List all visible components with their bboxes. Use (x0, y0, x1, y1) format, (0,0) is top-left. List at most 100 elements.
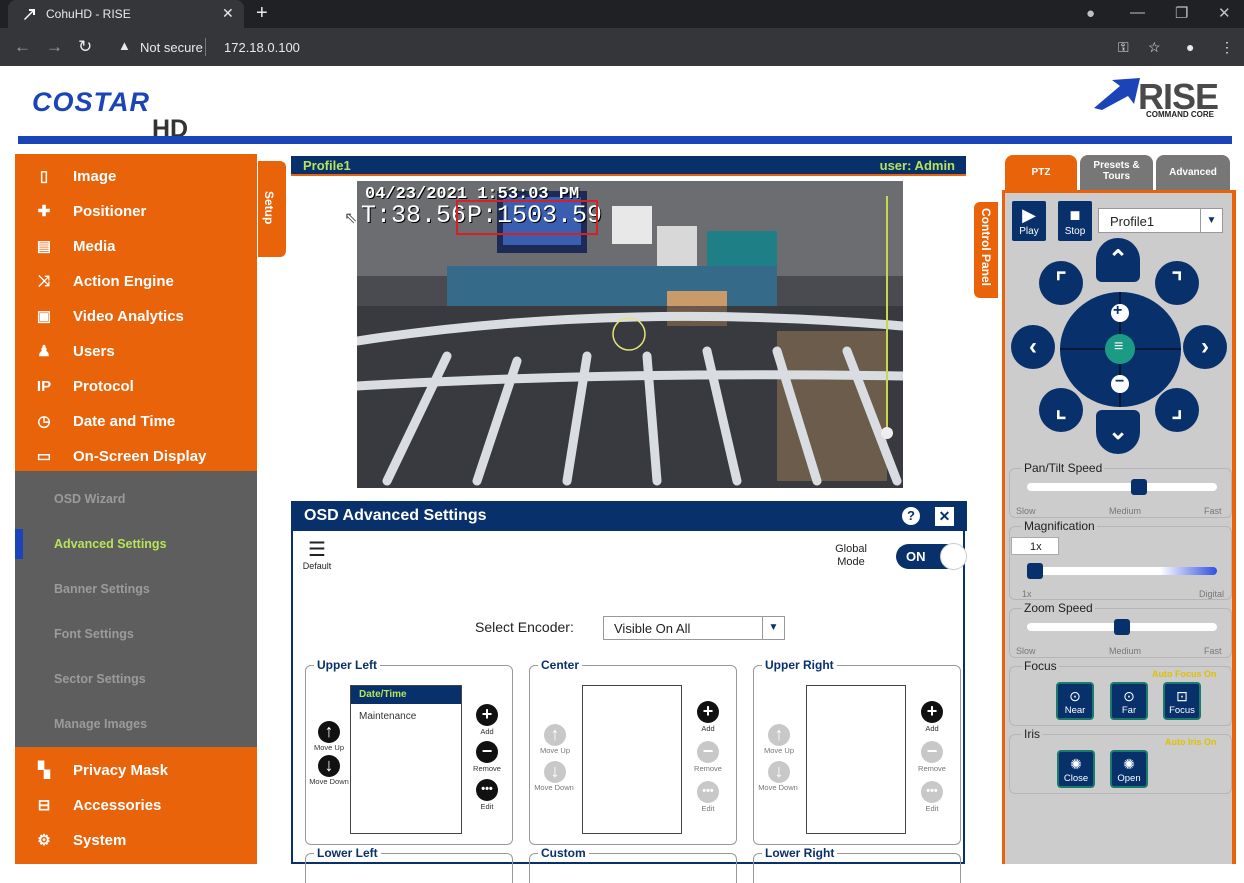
sidebar-item-date-time[interactable]: ◷ Date and Time (15, 404, 257, 439)
subitem-osd-wizard[interactable]: OSD Wizard (15, 484, 257, 514)
pan-right-button[interactable]: › (1183, 325, 1227, 369)
add-icon[interactable]: + (921, 701, 943, 723)
add-icon[interactable]: + (476, 704, 498, 726)
iris-close-button[interactable]: ✺ Close (1057, 750, 1095, 788)
zoom-out-icon[interactable]: − (1115, 373, 1124, 391)
remove-icon[interactable]: − (697, 741, 719, 763)
remove-icon[interactable]: − (921, 741, 943, 763)
default-button[interactable]: ☰ Default (297, 539, 337, 575)
minimize-icon[interactable]: — (1130, 4, 1145, 21)
tilt-up-button[interactable]: ⌃ (1096, 238, 1140, 282)
move-up-icon[interactable]: ↑ (768, 724, 790, 746)
tab-ptz[interactable]: PTZ (1005, 155, 1077, 190)
zoom-speed-slider[interactable] (1027, 619, 1217, 635)
subitem-sector-settings[interactable]: Sector Settings (15, 664, 257, 694)
encoder-select[interactable]: Visible On All ▼ (603, 616, 785, 640)
sidebar-item-protocol[interactable]: IP Protocol (15, 369, 257, 404)
magnification-slider[interactable] (1027, 563, 1217, 579)
sidebar-item-media[interactable]: ▤ Media (15, 229, 257, 264)
restore-icon[interactable]: ❐ (1175, 4, 1188, 22)
profile-menu-icon[interactable]: ● (1086, 5, 1095, 22)
iris-open-button[interactable]: ✺ Open (1110, 750, 1148, 788)
tab-close-icon[interactable]: ✕ (222, 5, 234, 22)
tab-advanced[interactable]: Advanced (1156, 155, 1230, 190)
url-text[interactable]: 172.18.0.100 (224, 40, 300, 55)
camera-video-feed[interactable]: 04/23/2021 1:53:03 PM T:38.56 P:1503.59 (357, 181, 903, 488)
sidebar-item-on-screen-display[interactable]: ▭ On-Screen Display (15, 439, 257, 474)
zone-item-list[interactable]: Date/Time Maintenance (350, 685, 462, 834)
menu-kebab-icon[interactable]: ⋮ (1220, 39, 1234, 56)
stop-button[interactable]: ■ Stop (1058, 201, 1092, 241)
remove-icon[interactable]: − (476, 741, 498, 763)
browser-tab[interactable]: CohuHD - RISE ✕ (8, 0, 244, 28)
edit-icon[interactable]: ••• (476, 779, 498, 801)
zoom-in-icon[interactable]: + (1113, 302, 1122, 320)
forward-icon[interactable]: → (46, 37, 63, 57)
move-down-icon[interactable]: ↓ (544, 761, 566, 783)
sidebar-item-label: Privacy Mask (73, 762, 169, 779)
security-label[interactable]: Not secure (140, 40, 203, 55)
close-icon[interactable]: ✕ (935, 507, 954, 526)
list-item-selected[interactable]: Date/Time (351, 686, 461, 704)
mouse-cursor-icon: ⇖ (344, 210, 358, 227)
sidebar-item-system[interactable]: ⚙ System (15, 823, 257, 858)
sidebar-item-video-analytics[interactable]: ▣ Video Analytics (15, 299, 257, 334)
sidebar-item-label: Accessories (73, 797, 162, 814)
sidebar-item-image[interactable]: ▯ Image (15, 159, 257, 194)
edit-icon[interactable]: ••• (697, 781, 719, 803)
zone-item-list[interactable] (582, 685, 682, 834)
play-button[interactable]: ▶ Play (1012, 201, 1046, 241)
subitem-font-settings[interactable]: Font Settings (15, 619, 257, 649)
subitem-banner-settings[interactable]: Banner Settings (15, 574, 257, 604)
pan-tilt-speed-slider[interactable] (1027, 479, 1217, 495)
subitem-label: Manage Images (54, 717, 148, 731)
help-icon[interactable]: ? (902, 507, 920, 525)
sidebar-item-users[interactable]: ♟ Users (15, 334, 257, 369)
sidebar-item-action-engine[interactable]: ⤨ Action Engine (15, 264, 257, 299)
move-up-icon[interactable]: ↑ (544, 724, 566, 746)
slider-knob[interactable] (1114, 619, 1130, 635)
zone-title: Upper Right (762, 658, 837, 672)
new-tab-button[interactable]: + (256, 2, 268, 25)
focus-near-button[interactable]: ⊙ Near (1056, 682, 1094, 720)
subitem-advanced-settings[interactable]: Advanced Settings (15, 529, 257, 559)
list-item[interactable]: Maintenance (359, 711, 416, 722)
menu-icon[interactable]: ≡ (1114, 338, 1123, 356)
zone-item-list[interactable] (806, 685, 906, 834)
move-down-icon[interactable]: ↓ (768, 761, 790, 783)
tilt-down-button[interactable]: ⌄ (1096, 410, 1140, 454)
chevron-down-icon[interactable]: ▼ (762, 617, 784, 639)
tab-presets-tours[interactable]: Presets & Tours (1080, 155, 1153, 190)
edit-icon[interactable]: ••• (921, 781, 943, 803)
move-down-icon[interactable]: ↓ (318, 755, 340, 777)
focus-far-button[interactable]: ⊙ Far (1110, 682, 1148, 720)
chevron-down-icon[interactable]: ▼ (1200, 209, 1222, 232)
sidebar-item-accessories[interactable]: ⊟ Accessories (15, 788, 257, 823)
bookmark-star-icon[interactable]: ☆ (1148, 39, 1161, 56)
move-up-icon[interactable]: ↑ (318, 721, 340, 743)
slider-knob[interactable] (1131, 479, 1148, 495)
osd-advanced-settings-panel: OSD Advanced Settings ? ✕ ☰ Default Glob… (291, 501, 967, 883)
global-mode-toggle[interactable]: ON (896, 543, 967, 570)
control-panel-tab-label: Control Panel (979, 208, 993, 287)
control-panel-tab[interactable]: Control Panel (974, 202, 998, 298)
back-icon[interactable]: ← (14, 37, 31, 57)
video-profile-bar: Profile1 user: Admin (291, 156, 966, 176)
profile-select[interactable]: Profile1 ▼ (1098, 208, 1223, 233)
auto-focus-button[interactable]: ⊡ Focus (1163, 682, 1201, 720)
window-close-icon[interactable]: ✕ (1218, 4, 1231, 22)
subitem-manage-images[interactable]: Manage Images (15, 709, 257, 739)
reload-icon[interactable]: ↻ (78, 37, 92, 57)
zoom-wheel[interactable]: + ≡ − (1060, 292, 1181, 407)
far-label: Far (1121, 705, 1137, 716)
setup-tab[interactable]: Setup (258, 161, 286, 257)
add-icon[interactable]: + (697, 701, 719, 723)
sidebar-item-positioner[interactable]: ✚ Positioner (15, 194, 257, 229)
omnibox[interactable]: ▲ Not secure 172.18.0.100 ⚿ ☆ ● ⋮ (108, 33, 1242, 61)
account-icon[interactable]: ● (1186, 39, 1194, 55)
slider-knob[interactable] (1027, 563, 1043, 579)
iris-close-icon: ✺ (1070, 756, 1082, 772)
key-icon[interactable]: ⚿ (1118, 39, 1129, 56)
pan-left-button[interactable]: ‹ (1011, 325, 1055, 369)
sidebar-item-privacy-mask[interactable]: ▚ Privacy Mask (15, 753, 257, 788)
